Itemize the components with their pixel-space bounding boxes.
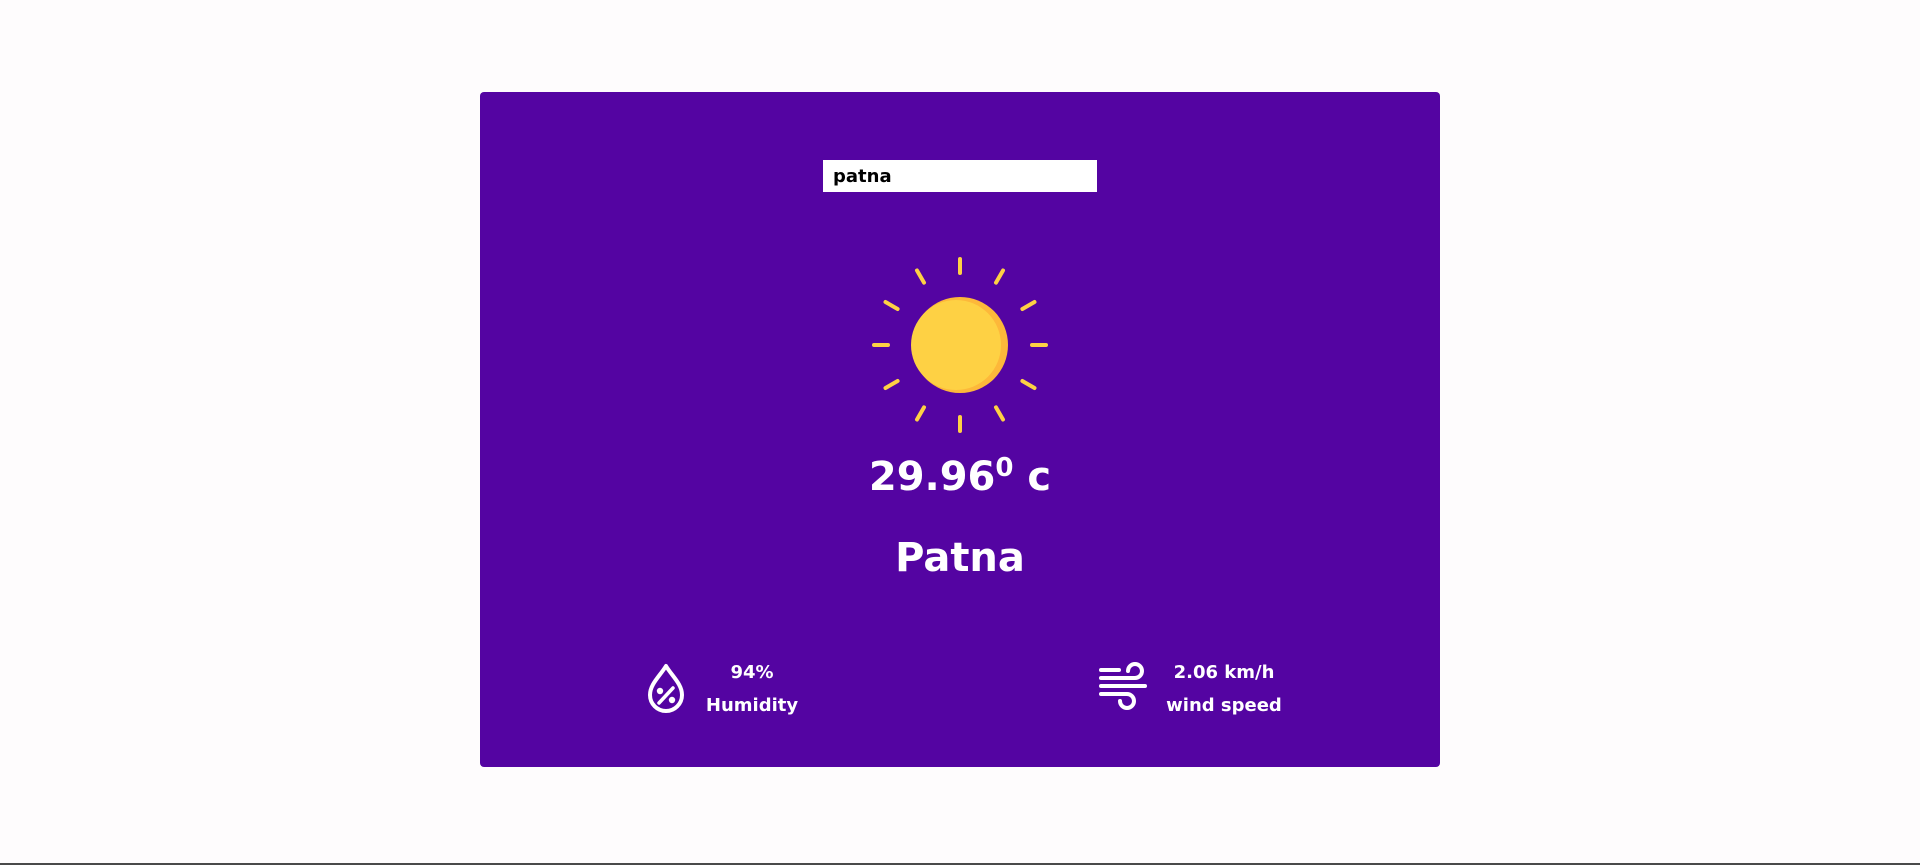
humidity-text: 94% Humidity: [702, 656, 802, 722]
wind-icon: [1099, 662, 1147, 710]
city-name: Patna: [895, 535, 1025, 581]
weather-app-page: 29.960 c Patna 94% Humidity: [0, 0, 1920, 865]
temperature-reading: 29.960 c: [480, 452, 1440, 502]
humidity-value: 94%: [730, 662, 774, 683]
wind-value: 2.06 km/h: [1173, 662, 1275, 683]
wind-text: 2.06 km/h wind speed: [1159, 656, 1289, 722]
city-search-input[interactable]: [823, 160, 1097, 192]
sun-icon: [872, 257, 1048, 433]
wind-label: wind speed: [1166, 695, 1282, 716]
weather-card: 29.960 c Patna 94% Humidity: [480, 92, 1440, 767]
wind-detail: 2.06 km/h wind speed: [1097, 656, 1297, 726]
humidity-label: Humidity: [705, 695, 799, 716]
humidity-detail: 94% Humidity: [644, 656, 824, 726]
degree-symbol: 0: [995, 453, 1014, 483]
temperature-unit: c: [1027, 454, 1052, 500]
temperature-value: 29.96: [868, 454, 996, 500]
humidity-drop-icon: [648, 664, 684, 713]
